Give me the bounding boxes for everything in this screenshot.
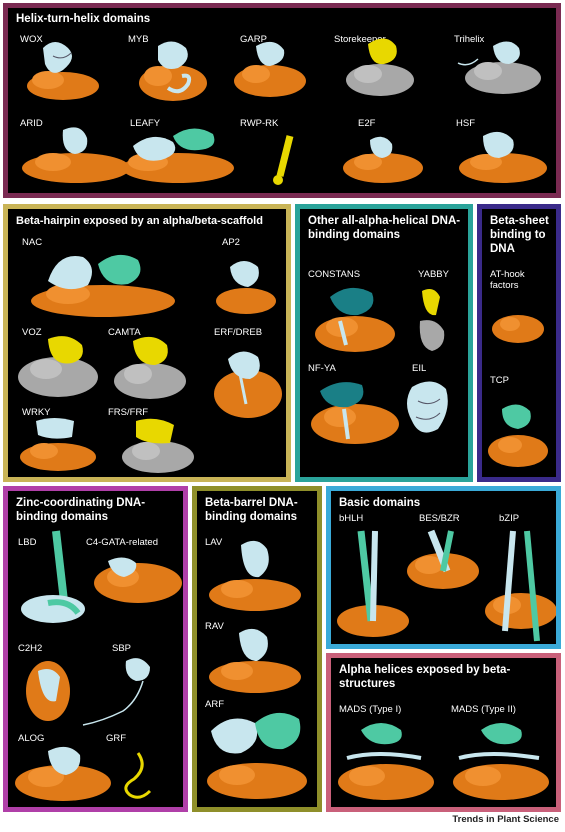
structure-bhlh: [337, 530, 409, 637]
structure-e2f: [343, 136, 423, 183]
structure-voz: [18, 336, 98, 397]
structure-ap2: [216, 261, 276, 314]
structure-constans: [315, 287, 395, 352]
structure-hsf: [459, 131, 547, 183]
structure-erf-dreb: [214, 351, 282, 418]
structure-nac: [31, 254, 175, 317]
structure-c4-gata: [94, 557, 182, 603]
structure-rav: [209, 628, 301, 693]
structure-trihelix: [457, 41, 541, 94]
structure-at-hook: [492, 315, 544, 343]
structure-mads-type-2: [453, 723, 549, 800]
panel-basic: Basic domains bHLH BES/BZR bZIP: [326, 486, 561, 649]
structure-images-beta-barrel: [207, 540, 307, 799]
structure-mads-type-1: [338, 723, 434, 800]
structure-sbp: [82, 658, 150, 726]
structure-grf: [124, 752, 152, 799]
structure-wox: [27, 42, 99, 100]
structure-leafy: [122, 128, 234, 183]
structure-alog: [15, 746, 111, 801]
structure-bzip: [485, 530, 556, 642]
structure-arf: [207, 712, 307, 799]
structure-c2h2: [26, 661, 70, 721]
structure-tcp: [488, 404, 548, 467]
structure-lav: [209, 540, 301, 611]
structure-images-beta-hairpin: [18, 254, 282, 473]
panel-helix-turn-helix: Helix-turn-helix domains WOX MYB GARP St…: [3, 3, 561, 198]
structure-myb: [139, 41, 207, 101]
structure-images-zinc: [15, 530, 182, 801]
structure-eil: [407, 381, 448, 433]
structure-images-beta-sheet: [488, 315, 548, 467]
structure-rwp-rk: [273, 135, 294, 185]
structure-arid: [22, 127, 130, 183]
structure-yabby: [419, 289, 445, 351]
panel-beta-barrel: Beta-barrel DNA-binding domains LAV RAV …: [192, 486, 322, 812]
panel-beta-sheet: Beta-sheet binding to DNA AT-hook factor…: [477, 204, 561, 482]
structure-images-hth: [22, 38, 547, 185]
structure-images-basic: [337, 529, 556, 642]
structure-nf-ya: [311, 382, 399, 444]
panel-zinc: Zinc-coordinating DNA-binding domains LB…: [3, 486, 188, 812]
structure-frs-frf: [122, 418, 194, 473]
structure-storekeeper: [346, 38, 414, 96]
structure-wrky: [20, 418, 96, 471]
footer-journal: Trends in Plant Science: [452, 814, 559, 825]
structure-garp: [234, 41, 306, 97]
structure-images-alpha-beta: [338, 723, 549, 800]
structure-camta: [114, 336, 186, 399]
structure-images-alpha: [311, 287, 448, 444]
structure-lbd: [21, 530, 85, 623]
panel-beta-hairpin: Beta-hairpin exposed by an alpha/beta-sc…: [3, 204, 291, 482]
panel-other-alpha: Other all-alpha-helical DNA-binding doma…: [295, 204, 473, 482]
structure-bes-bzr: [407, 529, 479, 589]
panel-alpha-beta: Alpha helices exposed by beta-structures…: [326, 653, 561, 812]
